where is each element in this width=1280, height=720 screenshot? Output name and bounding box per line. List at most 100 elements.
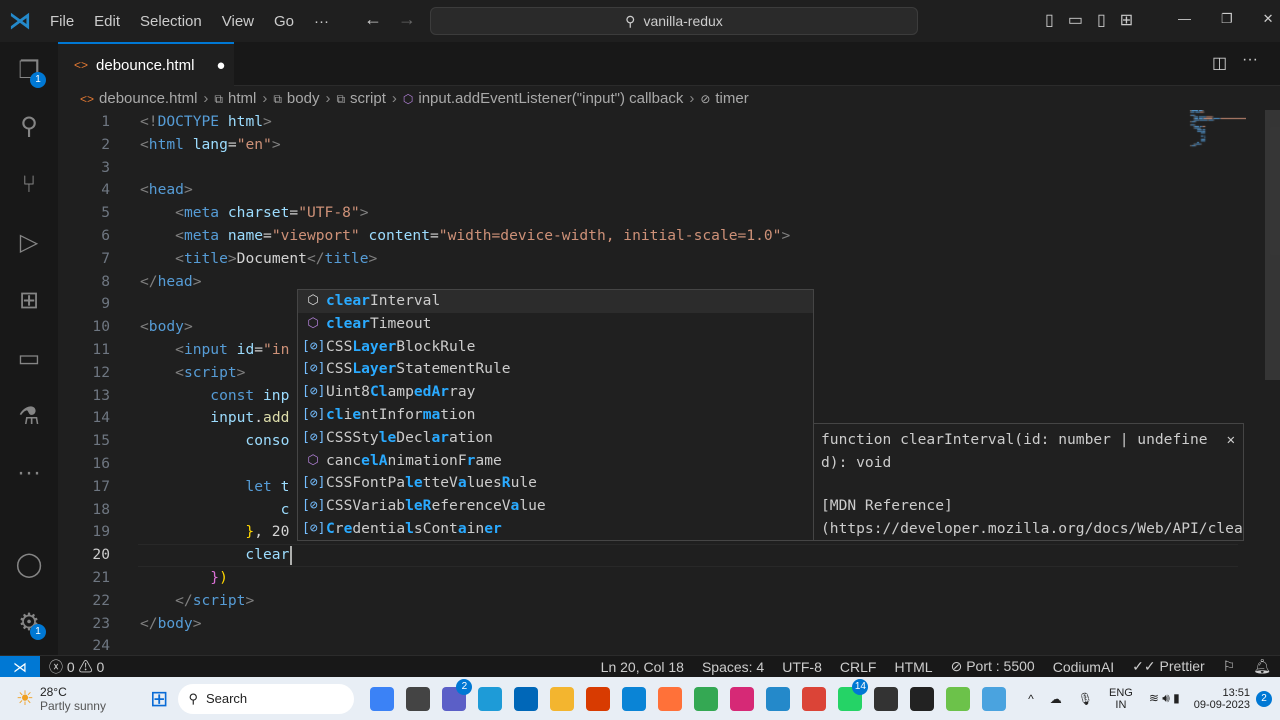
suggestion-item[interactable]: [⊘] Uint8ClampedArray [298,381,813,404]
microphone-icon[interactable]: 🎙︎ [1078,692,1093,706]
code-line[interactable]: <head> [140,179,193,202]
onedrive-icon[interactable]: ☁ [1050,692,1062,706]
code-line[interactable]: let t [140,476,289,499]
vscode-icon[interactable] [766,686,791,711]
restore-button[interactable]: ❐ [1221,11,1233,27]
vertical-scrollbar[interactable] [1265,110,1280,380]
extensions-icon[interactable]: ⊞ [14,286,44,316]
chrome-profile-icon[interactable] [946,686,971,711]
breadcrumb-item[interactable]: ⬡ input.addEventListener("input") callbac… [403,90,683,107]
code-line[interactable]: clear [140,544,289,567]
command-center-search[interactable]: ⚲ vanilla-redux [430,7,918,35]
code-line[interactable]: </script> [140,590,254,613]
store-icon[interactable] [514,686,539,711]
sticky-notes-icon[interactable] [874,686,899,711]
prettier-status[interactable]: ✓✓ Prettier [1123,658,1213,675]
back-arrow-icon[interactable]: ← [364,9,382,30]
tray-chevron-icon[interactable]: ^ [1028,692,1034,706]
code-line[interactable]: <title>Document</title> [140,248,377,271]
copilot-icon[interactable] [370,686,395,711]
split-editor-icon[interactable]: ◫ [1212,53,1227,73]
suggestion-item[interactable]: [⊘] CSSFontPaletteValuesRule [298,472,813,495]
code-line[interactable]: <body> [140,316,193,339]
customize-layout-icon[interactable]: ⊞ [1120,10,1133,30]
edge-icon[interactable] [478,686,503,711]
forward-arrow-icon[interactable]: → [398,9,416,30]
suggestion-item[interactable]: [⊘] clientInformation [298,404,813,427]
indentation[interactable]: Spaces: 4 [693,659,773,675]
code-line[interactable]: <html lang="en"> [140,134,281,157]
task-view-icon[interactable] [406,686,431,711]
suggestion-item[interactable]: ⬡ cancelAnimationFrame [298,450,813,473]
suggestion-item[interactable]: ⬡ clearTimeout [298,313,813,336]
mail-icon[interactable] [622,686,647,711]
code-line[interactable]: }, 20 [140,521,289,544]
more-actions-icon[interactable]: ··· [1242,51,1258,69]
toggle-panel-icon[interactable]: ▭ [1068,10,1083,30]
cursor-position[interactable]: Ln 20, Col 18 [592,659,693,675]
codiumai-status[interactable]: CodiumAI [1044,659,1123,675]
suggestion-item[interactable]: ⬡ clearInterval [298,290,813,313]
chrome-icon[interactable] [802,686,827,711]
breadcrumb-item[interactable]: ⧉ script [336,90,385,107]
code-line[interactable]: const inp [140,385,289,408]
tab-debounce-html[interactable]: <> debounce.html ● [58,42,234,86]
remote-explorer-icon[interactable]: ▭ [14,344,44,374]
clock[interactable]: 13:51 09-09-2023 [1194,687,1250,711]
suggestion-item[interactable]: [⊘] CSSVariableReferenceValue [298,495,813,518]
taskbar-search[interactable]: ⚲ Search [178,683,355,714]
code-line[interactable]: <input id="in [140,339,289,362]
feedback-icon[interactable]: ⚐ [1214,658,1245,675]
toggle-secondary-sidebar-icon[interactable]: ▯ [1097,10,1106,30]
suggestion-item[interactable]: [⊘] CSSLayerStatementRule [298,358,813,381]
teams-icon[interactable]: 2 [442,678,473,711]
firefox-icon[interactable] [658,686,683,711]
code-line[interactable]: </head> [140,271,202,294]
mdn-link[interactable]: (https://developer.mozilla.org/docs/Web/… [821,517,1243,540]
code-line[interactable]: }) [140,567,228,590]
code-line[interactable]: <!DOCTYPE html> [140,111,272,134]
whatsapp-icon[interactable]: 14 [838,678,869,711]
notification-badge[interactable]: 2 [1256,690,1272,707]
file-explorer-icon[interactable] [550,686,575,711]
input-language[interactable]: ENG IN [1109,687,1133,711]
source-control-icon[interactable]: ⑂ [14,170,44,200]
explorer-icon[interactable]: ❐ 1 [14,56,46,88]
more-icon[interactable]: ··· [14,458,44,488]
app-icon[interactable] [982,686,1007,711]
breadcrumb-item[interactable]: <> debounce.html [80,90,197,107]
code-line[interactable]: c [140,499,290,522]
meet-icon[interactable] [694,686,719,711]
toggle-sidebar-icon[interactable]: ▯ [1045,10,1054,30]
suggestion-item[interactable]: [⊘] CredentialsContainer [298,518,813,541]
code-line[interactable]: <meta name="viewport" content="width=dev… [140,225,790,248]
code-line[interactable]: </body> [140,613,202,636]
live-server-port[interactable]: ⊘ Port : 5500 [942,658,1044,675]
suggestion-item[interactable]: [⊘] CSSStyleDeclaration [298,427,813,450]
menu-selection[interactable]: Selection [130,13,212,30]
menu-go[interactable]: Go [264,13,304,30]
menu-edit[interactable]: Edit [84,13,130,30]
problems-indicator[interactable]: ⓧ 0 ⚠ 0 [40,657,113,677]
accounts-icon[interactable]: ◯ [14,550,44,580]
code-line[interactable]: <meta charset="UTF-8"> [140,202,368,225]
menu-file[interactable]: File [40,13,84,30]
start-icon[interactable]: ⊞ [150,686,168,712]
office-icon[interactable] [586,686,611,711]
instagram-icon[interactable] [730,686,755,711]
menu-more[interactable]: ··· [304,13,339,30]
suggestion-item[interactable]: [⊘] CSSLayerBlockRule [298,336,813,359]
encoding[interactable]: UTF-8 [773,659,831,675]
minimap[interactable] [1186,110,1246,150]
close-details-icon[interactable]: ✕ [1227,429,1235,452]
settings-gear-icon[interactable]: ⚙ 1 [14,608,46,640]
language-mode[interactable]: HTML [885,659,941,675]
code-line[interactable]: input.add [140,407,289,430]
search-icon[interactable]: ⚲ [14,112,44,142]
remote-indicator-icon[interactable]: ⋊ [0,655,40,678]
menu-view[interactable]: View [212,13,264,30]
obs-icon[interactable] [910,686,935,711]
close-window-button[interactable]: ✕ [1263,11,1274,27]
weather-widget[interactable]: ☀ 28°C Partly sunny [0,685,150,713]
unsaved-dot-icon[interactable]: ● [216,57,225,74]
